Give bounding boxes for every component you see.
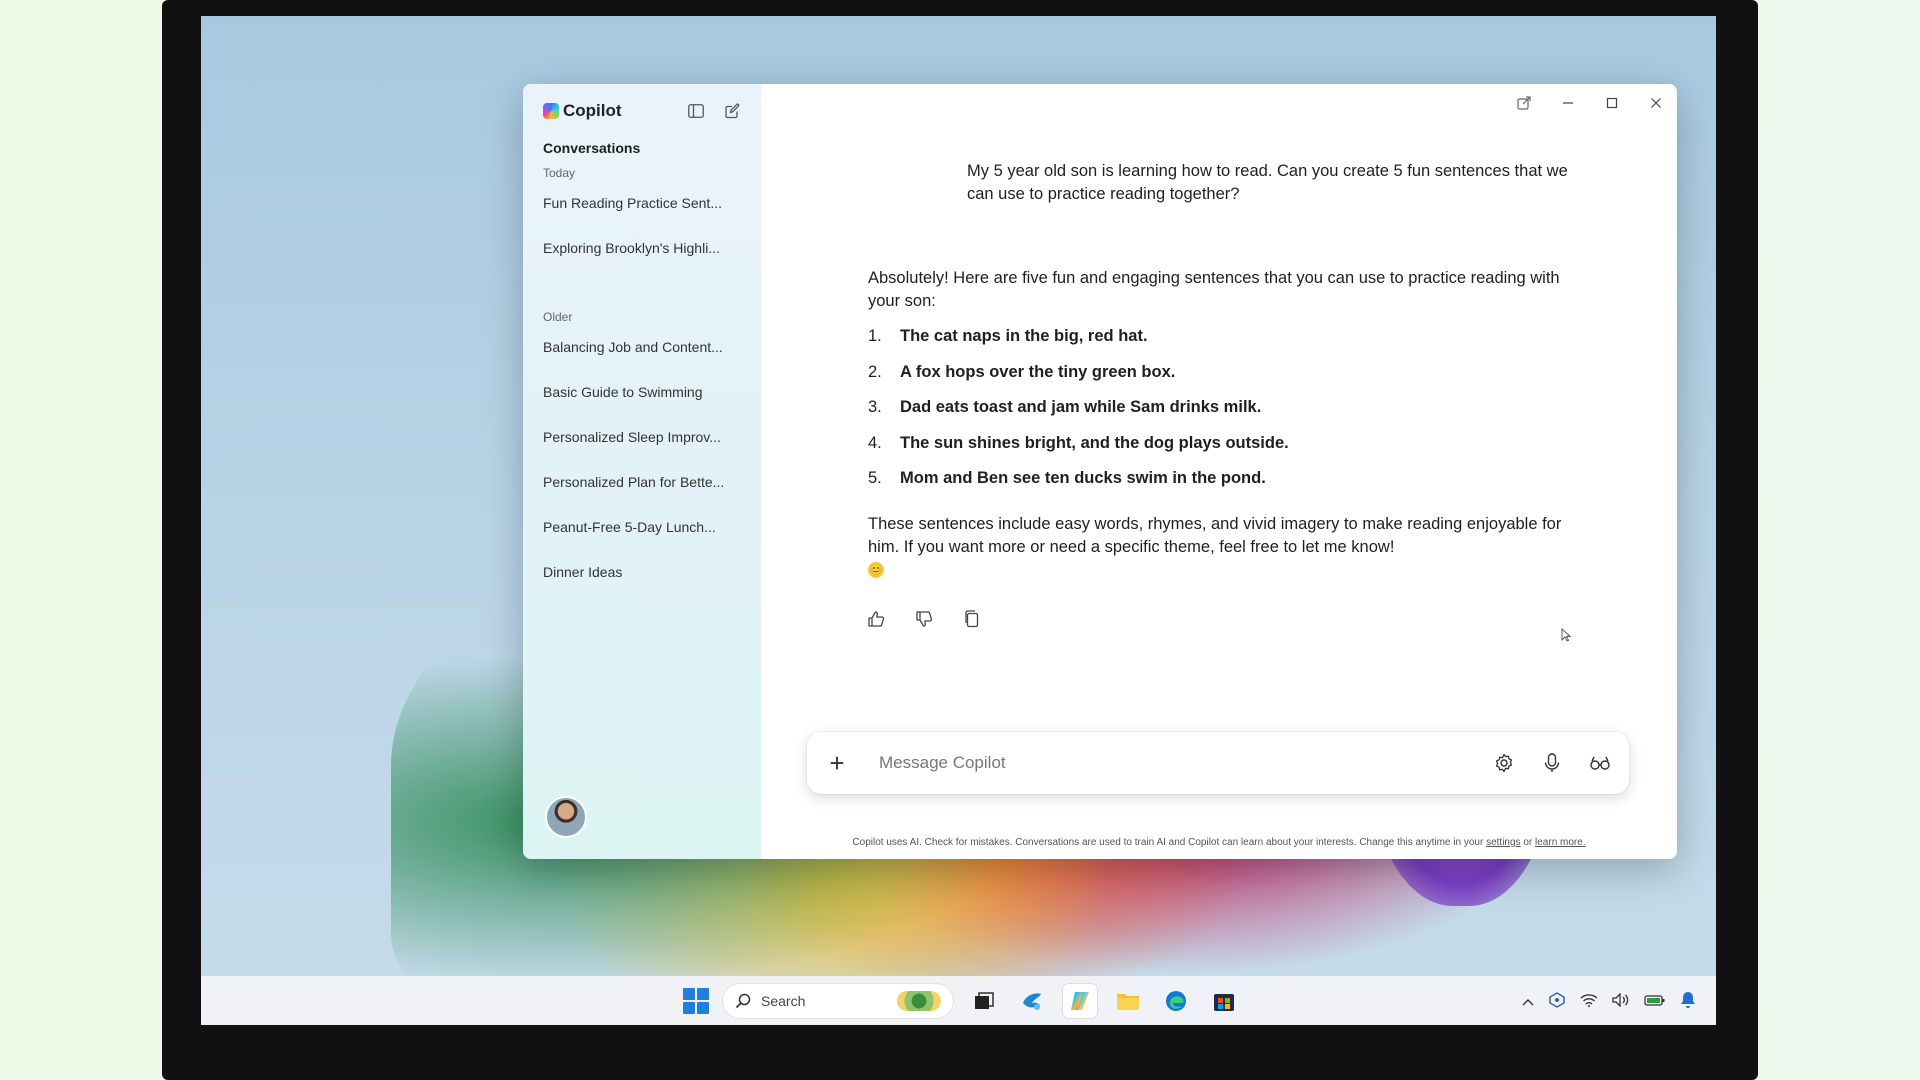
volume-icon[interactable] bbox=[1612, 991, 1630, 1010]
windows-start-icon[interactable] bbox=[683, 988, 709, 1014]
conversations-heading: Conversations bbox=[543, 140, 641, 156]
sentence-text: Dad eats toast and jam while Sam drinks … bbox=[900, 398, 1262, 416]
list-number: 3. bbox=[868, 398, 882, 416]
reply-intro: Absolutely! Here are five fun and engagi… bbox=[868, 269, 1560, 310]
glasses-icon[interactable] bbox=[1589, 752, 1611, 774]
conversation-item[interactable]: Basic Guide to Swimming bbox=[543, 383, 741, 428]
learn-more-link[interactable]: learn more. bbox=[1535, 837, 1586, 848]
widgets-app-icon[interactable] bbox=[1015, 984, 1049, 1018]
wifi-icon[interactable] bbox=[1580, 993, 1598, 1010]
sidebar-toggle-icon[interactable] bbox=[687, 103, 705, 119]
sidebar: Copilot Conversations Today Fun Reading … bbox=[523, 84, 761, 859]
list-item: 1. The cat naps in the big, red hat. bbox=[868, 325, 1588, 361]
microphone-icon[interactable] bbox=[1541, 752, 1563, 774]
conversation-item[interactable]: Personalized Sleep Improv... bbox=[543, 428, 741, 473]
list-item: 4. The sun shines bright, and the dog pla… bbox=[868, 432, 1588, 468]
chat-area: My 5 year old son is learning how to rea… bbox=[761, 84, 1677, 859]
system-tray bbox=[1522, 976, 1696, 1025]
sentence-list: 1. The cat naps in the big, red hat. 2. A … bbox=[868, 325, 1588, 503]
copilot-logo-icon bbox=[543, 103, 559, 119]
copilot-window: Copilot Conversations Today Fun Reading … bbox=[523, 84, 1677, 859]
reply-outro: These sentences include easy words, rhym… bbox=[868, 513, 1588, 582]
mouse-cursor-icon bbox=[1561, 628, 1571, 642]
search-label: Search bbox=[761, 993, 806, 1009]
battery-icon[interactable] bbox=[1644, 993, 1666, 1010]
taskbar-search[interactable]: Search bbox=[723, 984, 953, 1018]
window-controls bbox=[1515, 96, 1665, 113]
edge-browser-icon[interactable] bbox=[1159, 984, 1193, 1018]
file-explorer-icon[interactable] bbox=[1111, 984, 1145, 1018]
conversation-item[interactable]: Fun Reading Practice Sent... bbox=[543, 194, 741, 239]
network-app-icon[interactable] bbox=[1548, 991, 1566, 1011]
sentence-text: A fox hops over the tiny green box. bbox=[900, 362, 1176, 381]
feedback-actions bbox=[865, 608, 983, 630]
list-number: 1. bbox=[868, 327, 882, 345]
conversation-item[interactable]: Balancing Job and Content... bbox=[543, 338, 741, 383]
taskbar: Search bbox=[201, 976, 1716, 1025]
conversation-item[interactable]: Exploring Brooklyn's Highli... bbox=[543, 239, 741, 284]
thumbs-up-icon[interactable] bbox=[865, 608, 887, 630]
search-highlight-icon bbox=[897, 991, 941, 1011]
thumbs-down-icon[interactable] bbox=[913, 608, 935, 630]
list-number: 5. bbox=[868, 469, 882, 487]
smile-emoji-icon: 😊 bbox=[868, 562, 884, 579]
list-number: 4. bbox=[868, 433, 882, 452]
assistant-reply: Absolutely! Here are five fun and engagi… bbox=[868, 267, 1588, 582]
plus-icon[interactable]: + bbox=[825, 750, 849, 776]
conversation-item[interactable]: Dinner Ideas bbox=[543, 563, 741, 608]
copilot-taskbar-icon[interactable] bbox=[1063, 984, 1097, 1018]
task-view-icon[interactable] bbox=[967, 984, 1001, 1018]
settings-link[interactable]: settings bbox=[1486, 837, 1520, 848]
sentence-text: Mom and Ben see ten ducks swim in the po… bbox=[900, 469, 1266, 487]
group-label-today: Today bbox=[543, 166, 576, 180]
list-item: 3. Dad eats toast and jam while Sam drink… bbox=[868, 396, 1588, 432]
list-item: 2. A fox hops over the tiny green box. bbox=[868, 361, 1588, 397]
list-number: 2. bbox=[868, 362, 882, 381]
search-icon bbox=[735, 993, 751, 1009]
message-composer: + bbox=[807, 732, 1629, 794]
conversation-item[interactable]: Personalized Plan for Bette... bbox=[543, 473, 741, 518]
close-icon[interactable] bbox=[1647, 96, 1665, 113]
user-message: My 5 year old son is learning how to rea… bbox=[967, 162, 1568, 203]
maximize-icon[interactable] bbox=[1603, 96, 1621, 113]
chevron-up-icon[interactable] bbox=[1522, 993, 1534, 1009]
reply-outro-text: These sentences include easy words, rhym… bbox=[868, 514, 1562, 556]
new-chat-icon[interactable] bbox=[723, 103, 741, 119]
message-input[interactable] bbox=[879, 753, 1493, 773]
avatar[interactable] bbox=[545, 796, 587, 838]
sentence-text: The cat naps in the big, red hat. bbox=[900, 327, 1148, 345]
disclaimer-or: or bbox=[1523, 837, 1533, 848]
list-item: 5. Mom and Ben see ten ducks swim in the … bbox=[868, 467, 1588, 503]
desktop: Copilot Conversations Today Fun Reading … bbox=[201, 16, 1716, 1025]
disclaimer-text: Copilot uses AI. Check for mistakes. Con… bbox=[852, 837, 1484, 848]
minimize-icon[interactable] bbox=[1559, 96, 1577, 113]
copy-icon[interactable] bbox=[961, 608, 983, 630]
gear-icon[interactable] bbox=[1493, 752, 1515, 774]
sidebar-header: Copilot bbox=[543, 96, 741, 126]
store-app-icon[interactable] bbox=[1207, 984, 1241, 1018]
disclaimer: Copilot uses AI. Check for mistakes. Con… bbox=[761, 837, 1677, 848]
app-title: Copilot bbox=[563, 101, 622, 120]
taskbar-center: Search bbox=[683, 976, 1241, 1025]
group-label-older: Older bbox=[543, 310, 573, 324]
notification-bell-icon[interactable] bbox=[1680, 991, 1696, 1012]
sentence-text: The sun shines bright, and the dog plays… bbox=[900, 433, 1289, 452]
popout-icon[interactable] bbox=[1515, 96, 1533, 113]
conversation-item[interactable]: Peanut-Free 5-Day Lunch... bbox=[543, 518, 741, 563]
